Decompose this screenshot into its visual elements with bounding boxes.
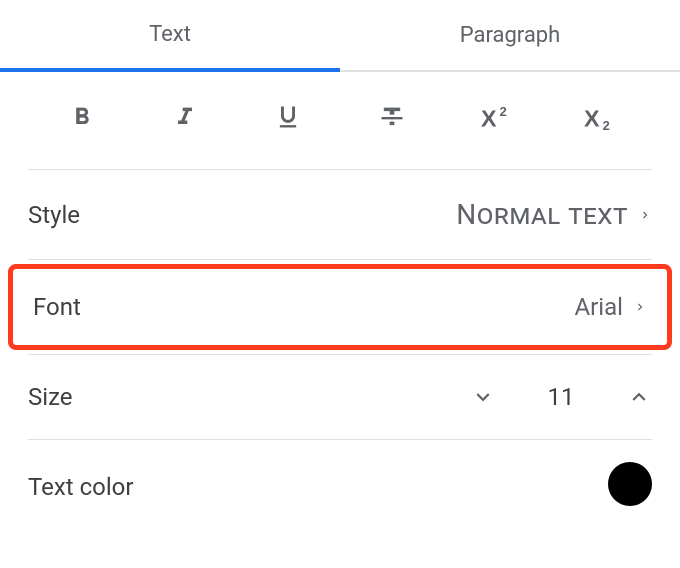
bold-icon [68,103,96,131]
tab-text[interactable]: Text [0,0,340,72]
text-color-swatch[interactable] [608,462,652,506]
size-decrease-button[interactable] [470,384,496,410]
font-label: Font [33,293,81,321]
size-label: Size [28,383,73,411]
superscript-icon: X 2 [478,103,512,131]
font-row[interactable]: Font Arial [13,269,667,345]
format-toolbar: X 2 X 2 [0,72,680,169]
text-color-label: Text color [28,473,134,495]
size-value: 11 [546,383,576,411]
subscript-icon: X 2 [581,103,615,131]
font-value: Arial [574,293,623,321]
strikethrough-icon [378,103,406,131]
italic-button[interactable] [162,94,207,139]
underline-icon [274,103,302,131]
size-controls: 11 [470,383,652,411]
tab-bar: Text Paragraph [0,0,680,72]
svg-text:2: 2 [500,103,507,118]
style-row[interactable]: Style Normal text [0,170,680,259]
font-row-highlight: Font Arial [8,264,672,350]
superscript-button[interactable]: X 2 [472,94,517,139]
divider [28,259,652,260]
chevron-up-icon [626,384,652,410]
underline-button[interactable] [266,94,311,139]
size-row: Size 11 [0,355,680,439]
chevron-right-icon [633,296,647,318]
style-value-wrap: Normal text [456,198,652,231]
subscript-button[interactable]: X 2 [576,94,621,139]
italic-icon [171,103,199,131]
text-color-row[interactable]: Text color [0,440,680,506]
svg-text:2: 2 [603,117,610,130]
font-value-wrap: Arial [574,293,647,321]
chevron-right-icon [638,204,652,226]
size-increase-button[interactable] [626,384,652,410]
svg-text:X: X [584,105,600,131]
tab-paragraph[interactable]: Paragraph [340,0,680,72]
svg-text:X: X [481,105,497,131]
style-value: Normal text [456,198,628,231]
style-label: Style [28,201,80,229]
bold-button[interactable] [59,94,104,139]
strikethrough-button[interactable] [369,94,414,139]
chevron-down-icon [470,384,496,410]
